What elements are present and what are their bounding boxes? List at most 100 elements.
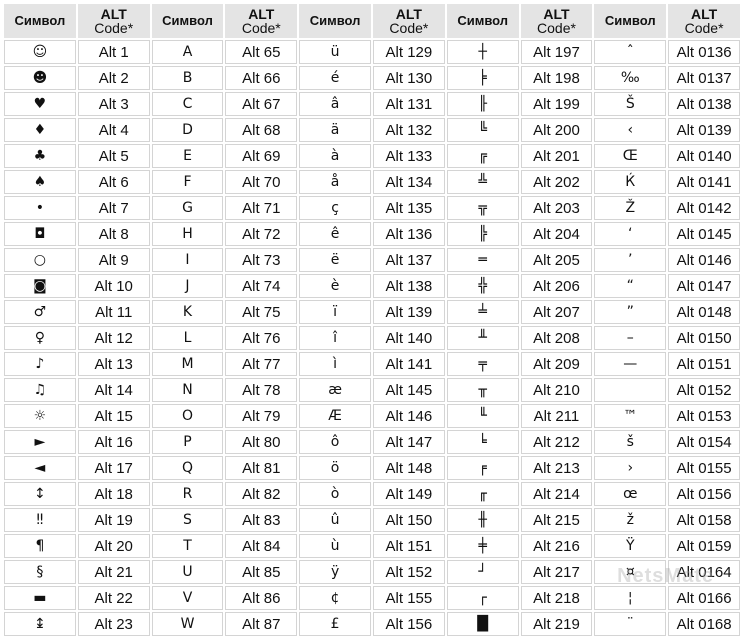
symbol-cell: —	[594, 352, 667, 376]
alt-code-cell: Alt 77	[225, 352, 298, 376]
alt-code-cell: Alt 209	[520, 352, 593, 376]
symbol-cell: ╪	[446, 534, 519, 558]
symbol-cell: œ	[594, 482, 667, 506]
alt-code-cell: Alt 0140	[668, 144, 740, 168]
symbol-cell: è	[299, 274, 371, 298]
symbol-cell: ▬	[4, 586, 76, 610]
symbol-cell: £	[299, 612, 371, 636]
alt-code-cell: Alt 137	[372, 248, 445, 272]
alt-code-cell: Alt 69	[225, 144, 298, 168]
alt-code-column-header: ALT Code*	[520, 4, 593, 38]
symbol-cell: ‹	[594, 118, 667, 142]
alt-code-cell: Alt 14	[77, 378, 150, 402]
alt-code-cell: Alt 0137	[668, 66, 740, 90]
alt-code-cell: Alt 197	[520, 40, 593, 64]
alt-code-cell: Alt 0148	[668, 300, 740, 324]
symbol-cell: S	[151, 508, 224, 532]
alt-code-cell: Alt 150	[372, 508, 445, 532]
alt-code-cell: Alt 9	[77, 248, 150, 272]
alt-code-cell: Alt 149	[372, 482, 445, 506]
symbol-cell: ä	[299, 118, 371, 142]
symbol-cell: ►	[4, 430, 76, 454]
symbol-cell: ê	[299, 222, 371, 246]
symbol-cell: ╠	[446, 222, 519, 246]
alt-code-cell: Alt 206	[520, 274, 593, 298]
symbol-cell: •	[4, 196, 76, 220]
table-body: ☺ Alt 1 A Alt 65 ü Alt 129 ┼ Alt 197 ˆ Alt 0136 ☻ A…	[4, 40, 740, 636]
table-row: ‼ Alt 19 S Alt 83 û Alt 150 ╫ Alt 215 ž Alt 0158	[4, 508, 740, 532]
symbol-column-header: Символ	[151, 4, 224, 38]
symbol-cell: ç	[299, 196, 371, 220]
symbol-cell: ◄	[4, 456, 76, 480]
alt-code-cell: Alt 18	[77, 482, 150, 506]
alt-code-cell: Alt 132	[372, 118, 445, 142]
symbol-cell: ♀	[4, 326, 76, 350]
alt-code-column-header: ALT Code*	[77, 4, 150, 38]
alt-code-header-line2: Code*	[684, 20, 724, 36]
table-row: ¶ Alt 20 T Alt 84 ù Alt 151 ╪ Alt 216 Ÿ Alt 0159	[4, 534, 740, 558]
alt-code-cell: Alt 212	[520, 430, 593, 454]
table-row: ▬ Alt 22 V Alt 86 ¢ Alt 155 ┌ Alt 218 ¦ Alt 0166	[4, 586, 740, 610]
symbol-cell	[594, 378, 667, 402]
symbol-cell: L	[151, 326, 224, 350]
alt-code-cell: Alt 0146	[668, 248, 740, 272]
symbol-cell: G	[151, 196, 224, 220]
alt-code-cell: Alt 75	[225, 300, 298, 324]
symbol-cell: T	[151, 534, 224, 558]
alt-code-cell: Alt 198	[520, 66, 593, 90]
alt-code-cell: Alt 74	[225, 274, 298, 298]
symbol-cell: O	[151, 404, 224, 428]
symbol-cell: J	[151, 274, 224, 298]
symbol-cell: Œ	[594, 144, 667, 168]
table-row: ☺ Alt 1 A Alt 65 ü Alt 129 ┼ Alt 197 ˆ Alt 0136	[4, 40, 740, 64]
alt-code-cell: Alt 155	[372, 586, 445, 610]
alt-code-cell: Alt 207	[520, 300, 593, 324]
alt-code-cell: Alt 135	[372, 196, 445, 220]
alt-code-cell: Alt 70	[225, 170, 298, 194]
symbol-cell: ╧	[446, 300, 519, 324]
alt-code-cell: Alt 3	[77, 92, 150, 116]
symbol-cell: ╤	[446, 352, 519, 376]
alt-code-cell: Alt 0153	[668, 404, 740, 428]
symbol-cell: ¤	[594, 560, 667, 584]
alt-code-cell: Alt 213	[520, 456, 593, 480]
symbol-cell: V	[151, 586, 224, 610]
table-row: ♦ Alt 4 D Alt 68 ä Alt 132 ╚ Alt 200 ‹ Alt 0139	[4, 118, 740, 142]
symbol-cell: Ÿ	[594, 534, 667, 558]
alt-code-header-line2: Code*	[94, 20, 134, 36]
symbol-cell: ♫	[4, 378, 76, 402]
symbol-cell: ¶	[4, 534, 76, 558]
symbol-cell: ♣	[4, 144, 76, 168]
alt-code-header-line2: Code*	[241, 20, 281, 36]
alt-code-cell: Alt 2	[77, 66, 150, 90]
symbol-cell: ♦	[4, 118, 76, 142]
alt-code-cell: Alt 0156	[668, 482, 740, 506]
table-row: ↨ Alt 23 W Alt 87 £ Alt 156 █ Alt 219 ¨ Alt 0168	[4, 612, 740, 636]
symbol-cell: P	[151, 430, 224, 454]
table-row: ◄ Alt 17 Q Alt 81 ö Alt 148 ╒ Alt 213 › Alt 0155	[4, 456, 740, 480]
alt-code-cell: Alt 148	[372, 456, 445, 480]
table-row: ♪ Alt 13 M Alt 77 ì Alt 141 ╤ Alt 209— Alt 0151	[4, 352, 740, 376]
alt-code-cell: Alt 79	[225, 404, 298, 428]
symbol-cell: F	[151, 170, 224, 194]
symbol-cell: ☺	[4, 40, 76, 64]
alt-code-cell: Alt 81	[225, 456, 298, 480]
symbol-cell: ë	[299, 248, 371, 272]
symbol-cell: N	[151, 378, 224, 402]
alt-code-cell: Alt 139	[372, 300, 445, 324]
symbol-cell: ↨	[4, 612, 76, 636]
symbol-cell: à	[299, 144, 371, 168]
symbol-cell: ┼	[446, 40, 519, 64]
alt-code-cell: Alt 1	[77, 40, 150, 64]
symbol-cell: A	[151, 40, 224, 64]
symbol-cell: ”	[594, 300, 667, 324]
alt-code-cell: Alt 140	[372, 326, 445, 350]
alt-code-cell: Alt 0139	[668, 118, 740, 142]
alt-code-cell: Alt 4	[77, 118, 150, 142]
alt-code-cell: Alt 199	[520, 92, 593, 116]
symbol-cell: E	[151, 144, 224, 168]
alt-code-cell: Alt 0159	[668, 534, 740, 558]
symbol-cell: î	[299, 326, 371, 350]
alt-code-cell: Alt 85	[225, 560, 298, 584]
symbol-cell: ╞	[446, 66, 519, 90]
